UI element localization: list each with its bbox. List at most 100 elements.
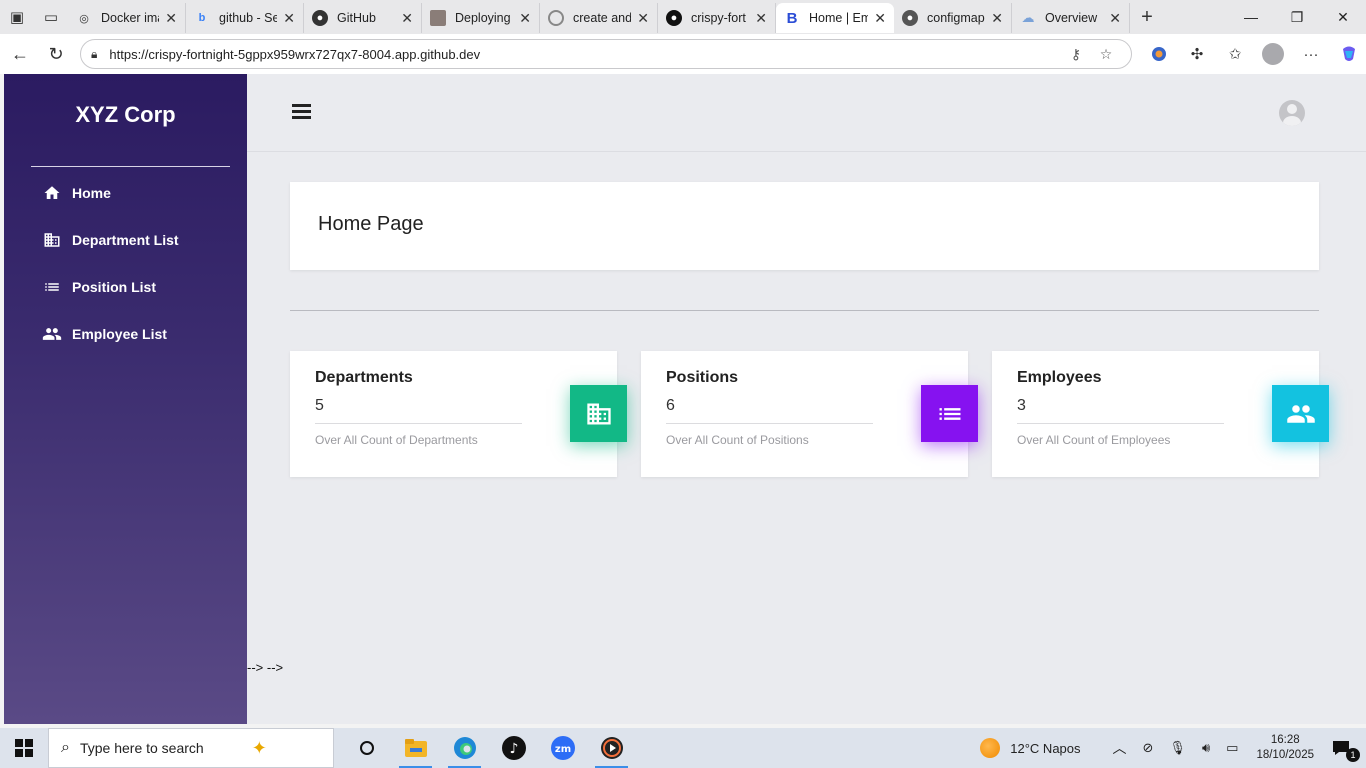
browser-tab[interactable]: ● crispy-fort ✕ [658,3,776,33]
extensions-puzzle-icon[interactable]: ✣ [1178,36,1216,72]
profile-avatar[interactable] [1262,43,1284,65]
main-content: Home Page Departments 5 Over All Count o… [247,74,1366,724]
key-icon[interactable]: ⚷ [1061,46,1091,63]
workspaces-icon[interactable]: ▣ [0,0,34,34]
sparkle-icon: ✦ [251,737,267,758]
sun-weather-icon [980,738,1001,758]
close-tab-icon[interactable]: ✕ [401,10,413,27]
extension-icon[interactable] [1140,36,1178,72]
browser-tab[interactable]: Deploying ✕ [422,3,540,33]
address-bar[interactable]: 🔒︎ https://crispy-fortnight-5gppx959wrx7… [80,39,1132,69]
url-text[interactable]: https://crispy-fortnight-5gppx959wrx727q… [109,47,1061,62]
weather-text: 12°C Napos [1010,740,1081,756]
svg-text:♪: ♪ [509,741,518,757]
card-value: 3 [1017,397,1026,414]
network-status-icon[interactable]: ⊘ [1135,728,1162,768]
task-view-icon[interactable] [342,728,391,768]
sidebar-item-position-list[interactable]: Position List [42,274,156,300]
card-value: 5 [315,397,324,414]
sidebar-item-label: Position List [72,279,156,295]
page-viewport: XYZ Corp Home Department List Position L… [4,74,1366,724]
windows-taskbar: ⌕ Type here to search ✦ ♪ zm 12°C Napos … [0,728,1366,768]
close-tab-icon[interactable]: ✕ [1109,10,1121,27]
card-description: Over All Count of Departments [315,433,478,447]
home-icon [42,183,62,203]
cloud-icon: ☁ [1021,10,1035,25]
edge-browser-icon[interactable] [440,728,489,768]
favorite-star-icon[interactable]: ☆ [1091,46,1121,63]
building-icon [42,230,62,250]
close-tab-icon[interactable]: ✕ [519,10,531,27]
close-tab-icon[interactable]: ✕ [637,10,649,27]
browser-tab[interactable]: ◎ Docker ima ✕ [68,3,186,33]
volume-icon[interactable]: 🔊︎ [1194,728,1218,768]
battery-icon[interactable]: ▭ [1218,728,1246,768]
page-title: Home Page [318,213,424,235]
sidebar-item-department-list[interactable]: Department List [42,227,179,253]
taskbar-search-box[interactable]: ⌕ Type here to search ✦ [48,728,334,768]
github-icon: ● [666,10,682,26]
people-icon [1272,385,1329,442]
sidebar-item-home[interactable]: Home [42,180,111,206]
hamburger-menu-icon[interactable] [292,104,312,122]
card-value: 6 [666,397,675,414]
close-tab-icon[interactable]: ✕ [874,10,886,27]
window-controls: — ❐ ✕ [1228,0,1366,34]
weather-widget[interactable]: 12°C Napos [972,728,1088,768]
docker-icon: ◎ [79,12,89,25]
file-explorer-icon[interactable] [391,728,440,768]
page-thumbnail-icon [430,10,446,26]
brand-divider [31,166,230,167]
bootstrap-icon: B [786,9,798,27]
close-tab-icon[interactable]: ✕ [165,10,177,27]
tiktok-icon[interactable]: ♪ [489,728,538,768]
browser-tab[interactable]: ☁ Overview ✕ [1012,3,1130,33]
card-description: Over All Count of Employees [1017,433,1171,447]
microphone-icon[interactable]: 🎙︎ [1161,728,1194,768]
github-icon: ● [312,10,328,26]
stray-comment-text: --> --> [247,660,284,675]
people-icon [42,324,62,344]
tab-actions-icon[interactable]: ▭ [34,0,68,34]
windows-logo-icon [15,739,33,757]
section-divider [290,310,1319,311]
page-title-card: Home Page [290,182,1319,270]
site-info-icon[interactable]: 🔒︎ [91,47,97,62]
more-menu-icon[interactable]: ··· [1292,36,1330,72]
copilot-icon[interactable] [1330,36,1366,72]
sidebar-item-employee-list[interactable]: Employee List [42,321,167,347]
list-icon [921,385,978,442]
browser-tab[interactable]: ● GitHub ✕ [304,3,422,33]
card-title: Departments [315,369,413,386]
extension-logo-icon [1152,47,1166,61]
media-player-icon[interactable] [587,728,636,768]
close-window-icon[interactable]: ✕ [1320,0,1366,34]
maximize-icon[interactable]: ❐ [1274,0,1320,34]
taskbar-clock[interactable]: 16:28 18/10/2025 [1246,733,1324,763]
zoom-icon[interactable]: zm [538,728,587,768]
chevron-up-icon[interactable]: ︿ [1105,728,1135,768]
close-tab-icon[interactable]: ✕ [755,10,767,27]
browser-tab-active[interactable]: B Home | Em ✕ [776,3,894,33]
card-divider [315,423,522,424]
minimize-icon[interactable]: — [1228,0,1274,34]
favorites-icon[interactable]: ✩ [1216,36,1254,72]
brand-title[interactable]: XYZ Corp [4,102,247,128]
new-tab-icon[interactable]: + [1130,6,1164,29]
top-navbar [247,74,1366,152]
back-icon[interactable]: ← [2,36,38,72]
refresh-icon[interactable]: ↻ [38,36,74,72]
browser-tab[interactable]: b github - Se ✕ [186,3,304,33]
close-tab-icon[interactable]: ✕ [283,10,295,27]
browser-tab[interactable]: create and ✕ [540,3,658,33]
user-avatar[interactable] [1279,100,1305,126]
close-tab-icon[interactable]: ✕ [991,10,1003,27]
browser-tab[interactable]: ● configmap ✕ [894,3,1012,33]
card-description: Over All Count of Positions [666,433,809,447]
github-icon: ● [902,10,918,26]
copilot-logo-icon [1343,46,1355,61]
start-button[interactable] [0,728,48,768]
search-placeholder: Type here to search [79,740,204,756]
notification-center-icon[interactable]: 1 [1324,728,1366,768]
notification-count: 1 [1346,748,1360,762]
